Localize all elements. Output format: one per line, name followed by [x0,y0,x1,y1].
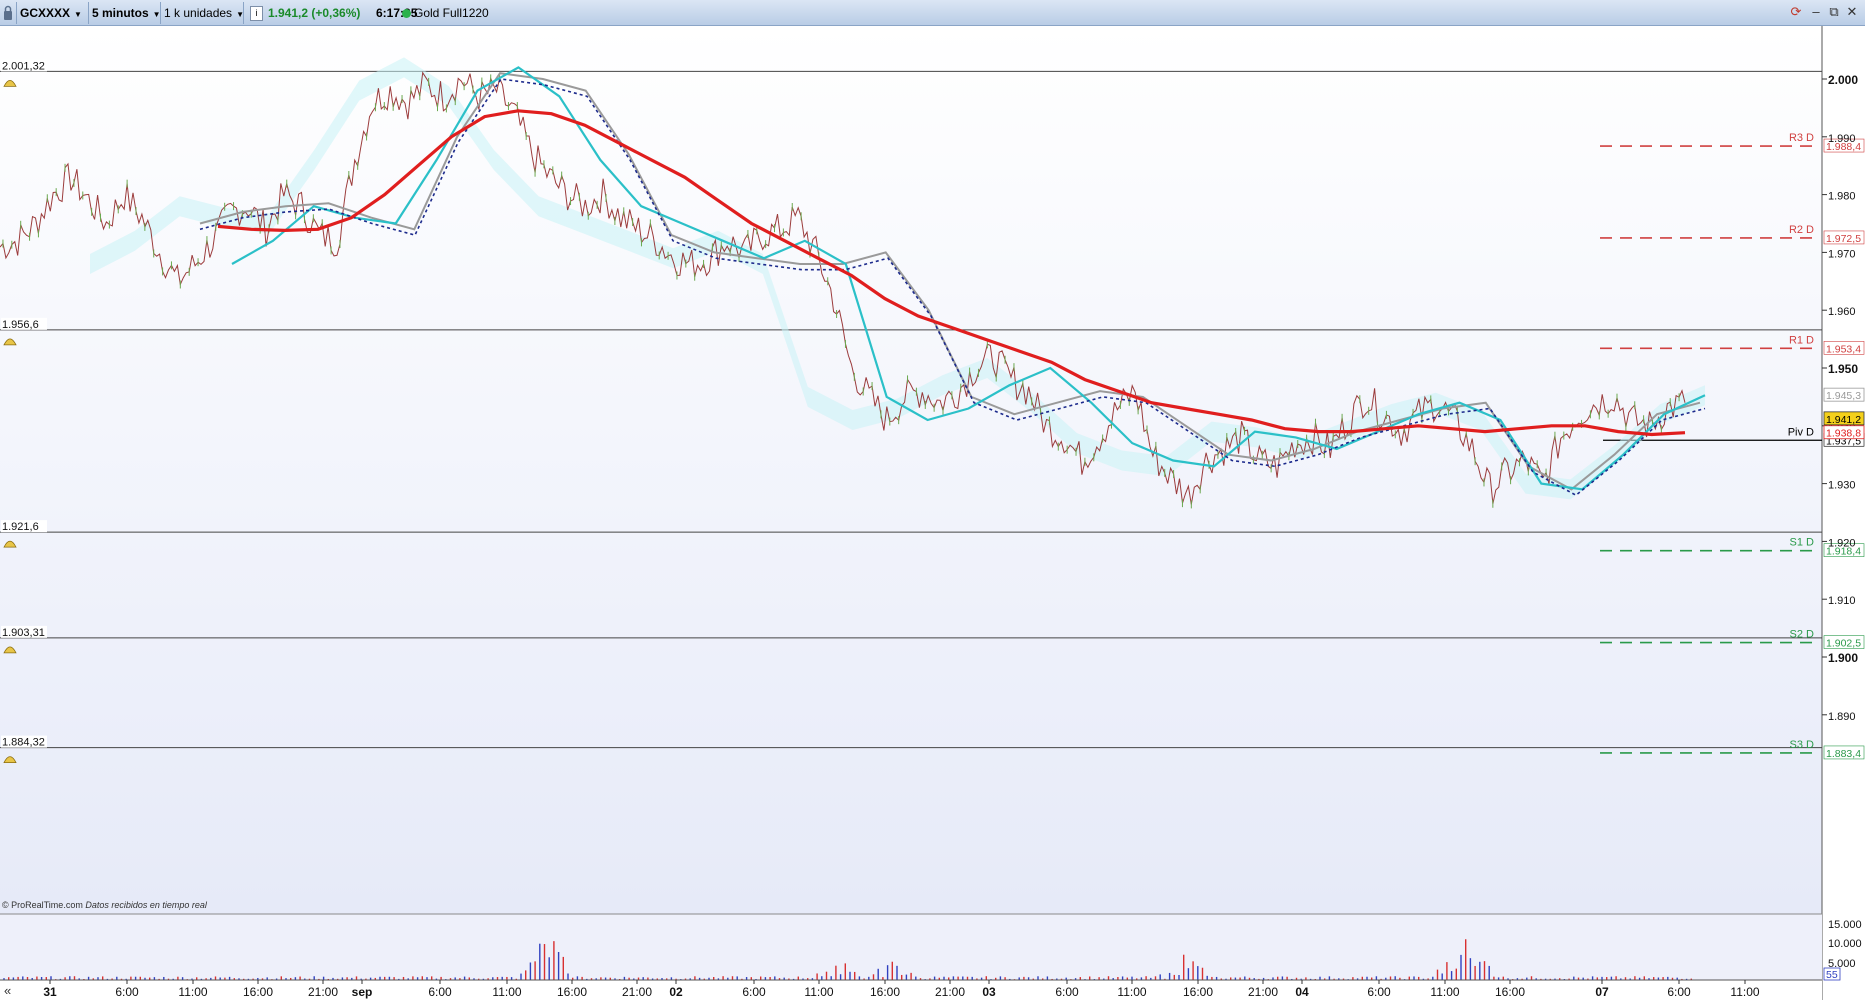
x-tick-label: 02 [669,985,683,999]
x-tick-label: 6:00 [1667,985,1691,999]
symbol-dropdown[interactable]: GCXXXX ▼ [20,0,82,26]
lock-icon [4,5,12,20]
volume-panel [0,914,1822,980]
y-tick-label: 1.960 [1828,306,1856,318]
pivot-name: S2 D [1790,629,1815,641]
alert-label: 1.903,31 [2,627,45,639]
y-tick-label: 1.920 [1828,537,1856,549]
x-tick-label: 21:00 [622,985,652,999]
close-button[interactable]: ✕ [1844,3,1860,21]
x-tick-label: 16:00 [1183,985,1213,999]
alert-label: 2.001,32 [2,60,45,72]
chart-toolbar: GCXXXX ▼ 5 minutos ▼ 1 k unidades ▼ i 1.941… [0,0,1865,26]
x-tick-label: 6:00 [742,985,766,999]
y-tick-label: 1.890 [1828,711,1856,723]
x-tick-label: 16:00 [1495,985,1525,999]
y-tick-label: 1.990 [1828,133,1856,145]
interval-dropdown[interactable]: 5 minutos ▼ [92,0,161,26]
price-tag: 1.938,8 [1826,428,1861,440]
volume-tag: 55 [1826,969,1838,981]
chevron-down-icon: ▼ [74,10,82,19]
credit-italic: Datos recibidos en tiempo real [85,900,208,910]
x-tick-label: 6:00 [1367,985,1391,999]
pivot-name: S3 D [1790,739,1815,751]
x-tick-label: 21:00 [935,985,965,999]
volume-axis-label: 10.000 [1828,938,1862,950]
x-tick-label: 11:00 [1117,985,1146,999]
alert-label: 1.956,6 [2,319,39,331]
x-tick-label: 6:00 [1055,985,1079,999]
pivot-tag: 1.883,4 [1826,748,1861,760]
alert-label: 1.884,32 [2,737,45,749]
x-tick-label: 11:00 [1430,985,1459,999]
clock-time: 6:17:35 [376,6,418,20]
pivot-name: R2 D [1789,224,1814,236]
y-tick-label: 1.930 [1828,480,1856,492]
x-tick-label: 11:00 [1730,985,1759,999]
pivot-name: R1 D [1789,334,1814,346]
y-tick-label: 1.950 [1828,362,1858,376]
y-tick-label: 1.900 [1828,651,1858,665]
x-tick-label: 04 [1295,985,1309,999]
y-axis-panel [1823,26,1865,1000]
x-tick-label: sep [352,985,373,999]
refresh-icon[interactable]: ⟳ [1788,3,1804,21]
y-tick-label: 1.970 [1828,248,1856,260]
x-tick-label: 11:00 [492,985,521,999]
credit-text: © ProRealTime.com Datos recibidos en tie… [2,900,208,910]
minimize-button[interactable]: – [1808,3,1824,21]
pivot-name: S1 D [1790,537,1815,549]
pivot-name: R3 D [1789,132,1814,144]
pivot-tag: 1.902,5 [1826,638,1861,650]
x-tick-label: 03 [982,985,996,999]
units-dropdown[interactable]: 1 k unidades ▼ [164,0,244,26]
x-tick-label: 16:00 [557,985,587,999]
interval-label: 5 minutos [92,6,149,20]
y-tick-label: 1.980 [1828,191,1856,203]
symbol-label: GCXXXX [20,6,71,20]
x-tick-label: 07 [1595,985,1609,999]
info-icon: i [250,6,263,22]
x-tick-label: 6:00 [115,985,139,999]
x-tick-label: 21:00 [308,985,338,999]
x-tick-label: 11:00 [178,985,207,999]
volume-axis-label: 15.000 [1828,919,1862,931]
alert-label: 1.921,6 [2,521,39,533]
y-tick-label: 2.000 [1828,73,1858,87]
info-button[interactable]: i [250,0,263,26]
x-tick-label: 16:00 [243,985,273,999]
price-change: 1.941,2 (+0,36%) [268,6,361,20]
time-axis-panel [0,980,1822,1000]
credit-main: © ProRealTime.com [2,900,83,910]
window-menu-icon[interactable] [3,0,15,26]
price-tag: 1.945,3 [1826,390,1861,402]
price-chart[interactable]: 2.001,32 1.956,6 1.921,6 1.903,31 1.884,32 R… [0,26,1865,1000]
x-tick-label: 31 [43,985,57,999]
pivot-tag: 1.953,4 [1826,343,1861,355]
y-tick-label: 1.910 [1828,595,1856,607]
instrument-name: Gold Full1220 [414,6,489,20]
pivot-tag: 1.972,5 [1826,233,1861,245]
pivot-name: Piv D [1788,426,1814,438]
x-tick-label: 11:00 [804,985,833,999]
x-tick-label: 21:00 [1248,985,1278,999]
restore-button[interactable]: ⧉ [1826,3,1842,21]
scroll-left-icon[interactable]: « [4,983,11,998]
price-tag: 1.941,2 [1826,414,1861,426]
plot-background [0,26,1822,914]
units-label: 1 k unidades [164,6,233,20]
x-tick-label: 16:00 [870,985,900,999]
status-dot-icon [402,0,411,26]
x-tick-label: 6:00 [428,985,452,999]
